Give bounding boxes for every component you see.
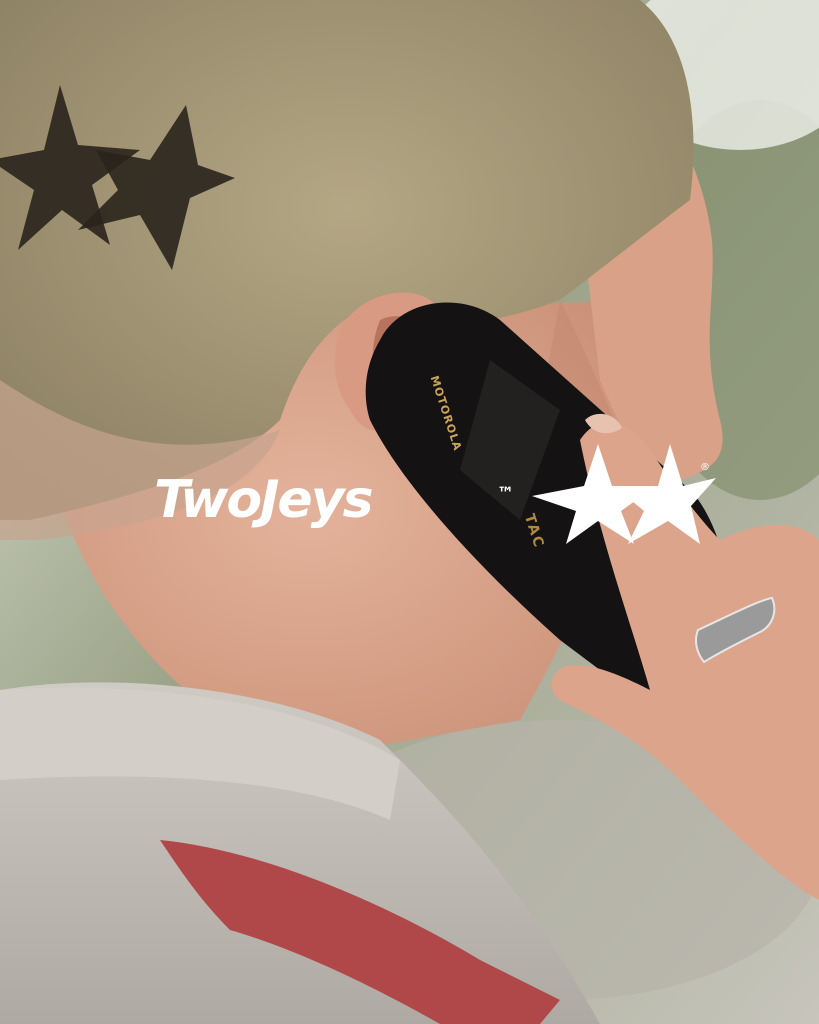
logo-wordmark: TwoJeys — [154, 470, 374, 530]
two-stars-icon: ® — [532, 444, 716, 544]
logo-star-right-icon — [620, 444, 716, 544]
logo-trademark: ™ — [497, 484, 514, 504]
brand-logo: TwoJeys ™ ® — [154, 436, 716, 546]
logo-registered: ® — [700, 462, 710, 473]
